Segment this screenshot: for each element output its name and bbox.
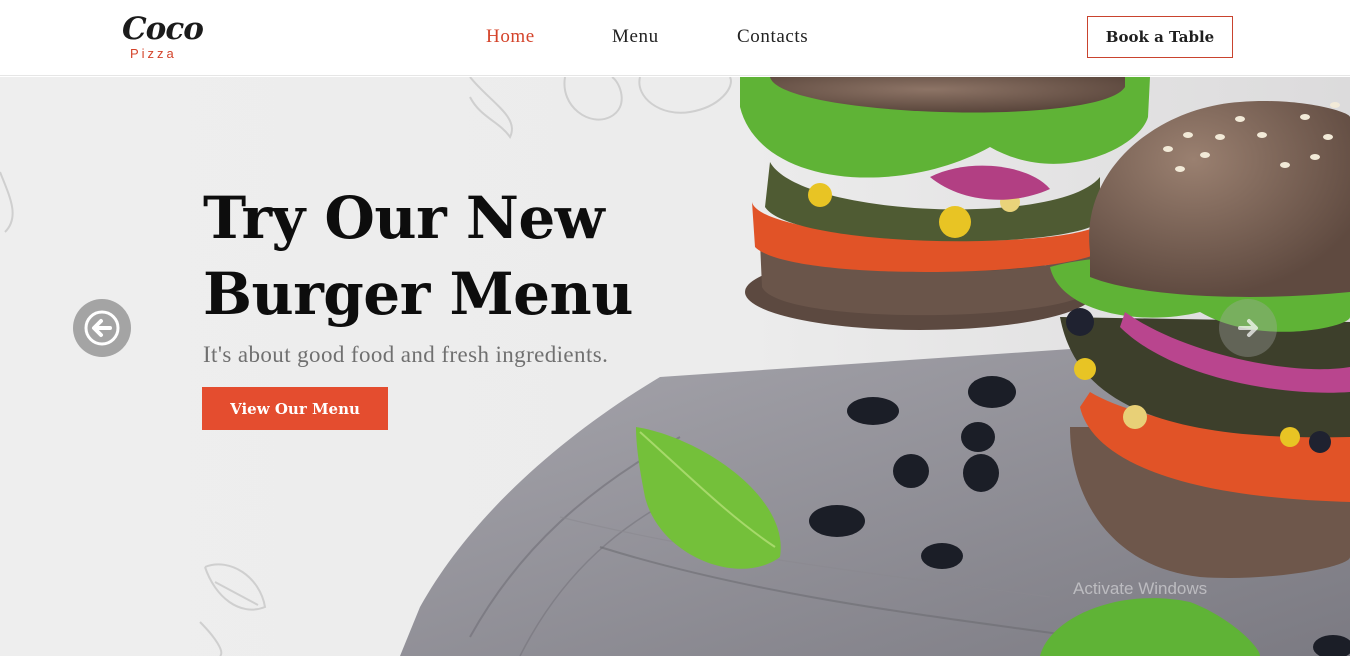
logo[interactable]: Coco Pizza [122,10,204,64]
slider-prev-button[interactable] [73,299,131,357]
site-header: Coco Pizza Home Menu Contacts Book a Tab… [0,0,1350,76]
activate-windows-watermark: Activate Windows [1073,579,1208,598]
hero-title-line-1: Try Our New [203,184,605,252]
slider-next-button[interactable] [1219,299,1277,357]
hero-title: Try Our New Burger Menu [203,180,683,332]
nav-contacts[interactable]: Contacts [737,25,808,49]
hero-title-line-2: Burger Menu [203,260,633,328]
hero-slider: Try Our New Burger Menu It's about good … [0,77,1350,656]
arrow-left-icon [84,310,120,346]
logo-script: Coco [122,11,204,47]
hero-subtitle: It's about good food and fresh ingredien… [203,342,609,367]
logo-subtitle: Pizza [130,46,177,61]
nav-home[interactable]: Home [486,25,535,49]
view-menu-button[interactable]: View Our Menu [202,387,388,430]
nav-menu[interactable]: Menu [612,25,659,49]
arrow-right-icon [1238,319,1258,337]
book-table-button[interactable]: Book a Table [1087,16,1233,58]
